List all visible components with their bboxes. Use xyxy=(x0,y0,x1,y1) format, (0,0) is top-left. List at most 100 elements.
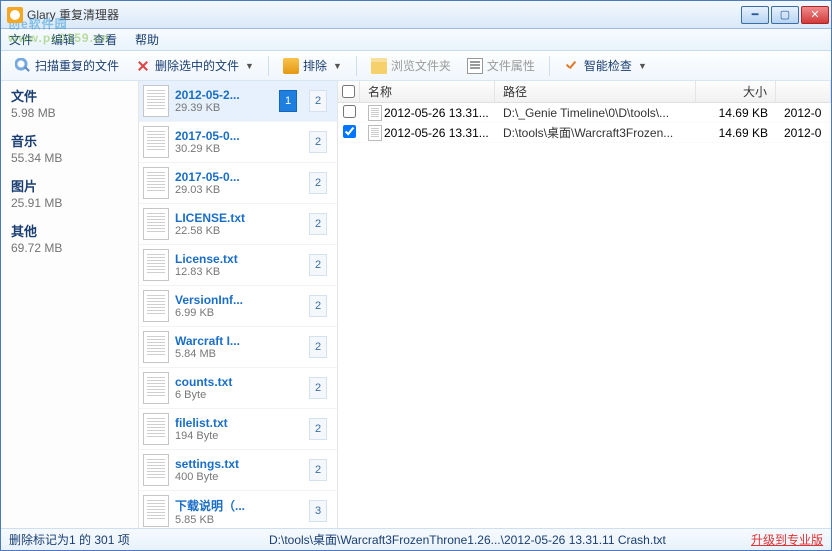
file-icon xyxy=(368,125,382,141)
category-label: 音乐 xyxy=(11,131,128,150)
scan-button[interactable]: 扫描重复的文件 xyxy=(9,54,125,77)
category-panel: 文件5.98 MB音乐55.34 MB图片25.91 MB其他69.72 MB xyxy=(1,81,139,528)
group-item[interactable]: counts.txt 6 Byte 2 xyxy=(139,368,337,409)
folder-icon xyxy=(371,58,387,74)
group-badges: 2 xyxy=(305,254,333,276)
group-badges: 2 xyxy=(305,336,333,358)
group-item[interactable]: filelist.txt 194 Byte 2 xyxy=(139,409,337,450)
file-icon xyxy=(143,249,169,281)
group-item[interactable]: Warcraft I... 5.84 MB 2 xyxy=(139,327,337,368)
col-checkbox[interactable] xyxy=(338,81,360,102)
select-all-checkbox[interactable] xyxy=(342,85,355,98)
chevron-down-icon: ▼ xyxy=(333,61,342,71)
close-button[interactable]: ✕ xyxy=(801,6,829,24)
group-count-badge: 2 xyxy=(309,295,327,317)
category-label: 文件 xyxy=(11,86,128,105)
browse-folder-button[interactable]: 浏览文件夹 xyxy=(365,54,457,77)
file-icon xyxy=(143,495,169,527)
group-size: 22.58 KB xyxy=(175,225,303,237)
detail-panel: 名称 路径 大小 2012-05-26 13.31... D:\_Genie T… xyxy=(338,81,831,528)
detail-rows[interactable]: 2012-05-26 13.31... D:\_Genie Timeline\0… xyxy=(338,103,831,528)
group-name: counts.txt xyxy=(175,375,303,389)
group-item[interactable]: 2012-05-2... 29.39 KB 12 xyxy=(139,81,337,122)
group-item[interactable]: VersionInf... 6.99 KB 2 xyxy=(139,286,337,327)
col-path[interactable]: 路径 xyxy=(495,81,696,102)
upgrade-link[interactable]: 升级到专业版 xyxy=(751,531,823,548)
category-item[interactable]: 其他69.72 MB xyxy=(1,216,138,261)
chevron-down-icon: ▼ xyxy=(638,61,647,71)
col-size[interactable]: 大小 xyxy=(696,81,776,102)
maximize-button[interactable]: ▢ xyxy=(771,6,799,24)
group-count-badge: 2 xyxy=(309,213,327,235)
main-body: 文件5.98 MB音乐55.34 MB图片25.91 MB其他69.72 MB … xyxy=(1,81,831,528)
group-count-badge: 1 xyxy=(279,90,297,112)
title-bar: Glary 重复清理器 ━ ▢ ✕ xyxy=(1,1,831,29)
group-list-panel[interactable]: 2012-05-2... 29.39 KB 12 2017-05-0... 30… xyxy=(139,81,338,528)
group-size: 6.99 KB xyxy=(175,307,303,319)
category-item[interactable]: 音乐55.34 MB xyxy=(1,126,138,171)
file-icon xyxy=(143,454,169,486)
group-item[interactable]: 2017-05-0... 30.29 KB 2 xyxy=(139,122,337,163)
delete-icon xyxy=(135,58,151,74)
group-count-badge: 2 xyxy=(309,418,327,440)
group-name: License.txt xyxy=(175,252,303,266)
delete-selected-button[interactable]: 删除选中的文件 ▼ xyxy=(129,54,260,77)
group-item[interactable]: License.txt 12.83 KB 2 xyxy=(139,245,337,286)
group-item[interactable]: LICENSE.txt 22.58 KB 2 xyxy=(139,204,337,245)
group-name: settings.txt xyxy=(175,457,303,471)
category-size: 69.72 MB xyxy=(11,241,128,255)
col-date[interactable] xyxy=(776,81,831,102)
file-props-button[interactable]: 文件属性 xyxy=(461,54,541,77)
group-info: License.txt 12.83 KB xyxy=(175,252,303,278)
group-badges: 2 xyxy=(305,459,333,481)
file-icon xyxy=(143,126,169,158)
row-checkbox[interactable] xyxy=(343,105,356,118)
menu-file[interactable]: 文件 xyxy=(9,31,33,48)
category-label: 其他 xyxy=(11,221,128,240)
group-badges: 12 xyxy=(275,90,333,112)
minimize-button[interactable]: ━ xyxy=(741,6,769,24)
row-size: 14.69 KB xyxy=(696,126,776,140)
status-bar: 删除标记为1 的 301 项 D:\tools\桌面\Warcraft3Froz… xyxy=(1,528,831,550)
row-path: D:\tools\桌面\Warcraft3Frozen... xyxy=(495,124,696,141)
group-name: VersionInf... xyxy=(175,293,303,307)
sort-button[interactable]: 排除 ▼ xyxy=(277,54,348,77)
smart-check-button[interactable]: 智能检查 ▼ xyxy=(558,54,653,77)
group-size: 194 Byte xyxy=(175,430,303,442)
detail-row[interactable]: 2012-05-26 13.31... D:\tools\桌面\Warcraft… xyxy=(338,123,831,143)
group-badges: 2 xyxy=(305,213,333,235)
group-name: LICENSE.txt xyxy=(175,211,303,225)
group-count-badge: 2 xyxy=(309,90,327,112)
group-info: 2017-05-0... 30.29 KB xyxy=(175,129,303,155)
group-badges: 3 xyxy=(305,500,333,522)
group-item[interactable]: settings.txt 400 Byte 2 xyxy=(139,450,337,491)
group-info: settings.txt 400 Byte xyxy=(175,457,303,483)
group-badges: 2 xyxy=(305,131,333,153)
col-name[interactable]: 名称 xyxy=(360,81,495,102)
row-path: D:\_Genie Timeline\0\D\tools\... xyxy=(495,106,696,120)
group-name: 2017-05-0... xyxy=(175,170,303,184)
category-item[interactable]: 文件5.98 MB xyxy=(1,81,138,126)
category-size: 25.91 MB xyxy=(11,196,128,210)
menu-help[interactable]: 帮助 xyxy=(135,31,159,48)
category-label: 图片 xyxy=(11,176,128,195)
menu-view[interactable]: 查看 xyxy=(93,31,117,48)
menu-edit[interactable]: 编辑 xyxy=(51,31,75,48)
chevron-down-icon: ▼ xyxy=(245,61,254,71)
group-size: 29.03 KB xyxy=(175,184,303,196)
group-badges: 2 xyxy=(305,295,333,317)
toolbar: 扫描重复的文件 删除选中的文件 ▼ 排除 ▼ 浏览文件夹 文件属性 智能检查 ▼ xyxy=(1,51,831,81)
group-info: VersionInf... 6.99 KB xyxy=(175,293,303,319)
group-count-badge: 2 xyxy=(309,131,327,153)
group-item[interactable]: 2017-05-0... 29.03 KB 2 xyxy=(139,163,337,204)
search-icon xyxy=(15,58,31,74)
category-item[interactable]: 图片25.91 MB xyxy=(1,171,138,216)
row-checkbox[interactable] xyxy=(343,125,356,138)
detail-header: 名称 路径 大小 xyxy=(338,81,831,103)
group-item[interactable]: 下载说明（... 5.85 KB 3 xyxy=(139,491,337,528)
window-controls: ━ ▢ ✕ xyxy=(741,6,829,24)
sort-label: 排除 xyxy=(303,57,327,74)
group-count-badge: 2 xyxy=(309,172,327,194)
detail-row[interactable]: 2012-05-26 13.31... D:\_Genie Timeline\0… xyxy=(338,103,831,123)
toolbar-separator xyxy=(356,56,357,76)
